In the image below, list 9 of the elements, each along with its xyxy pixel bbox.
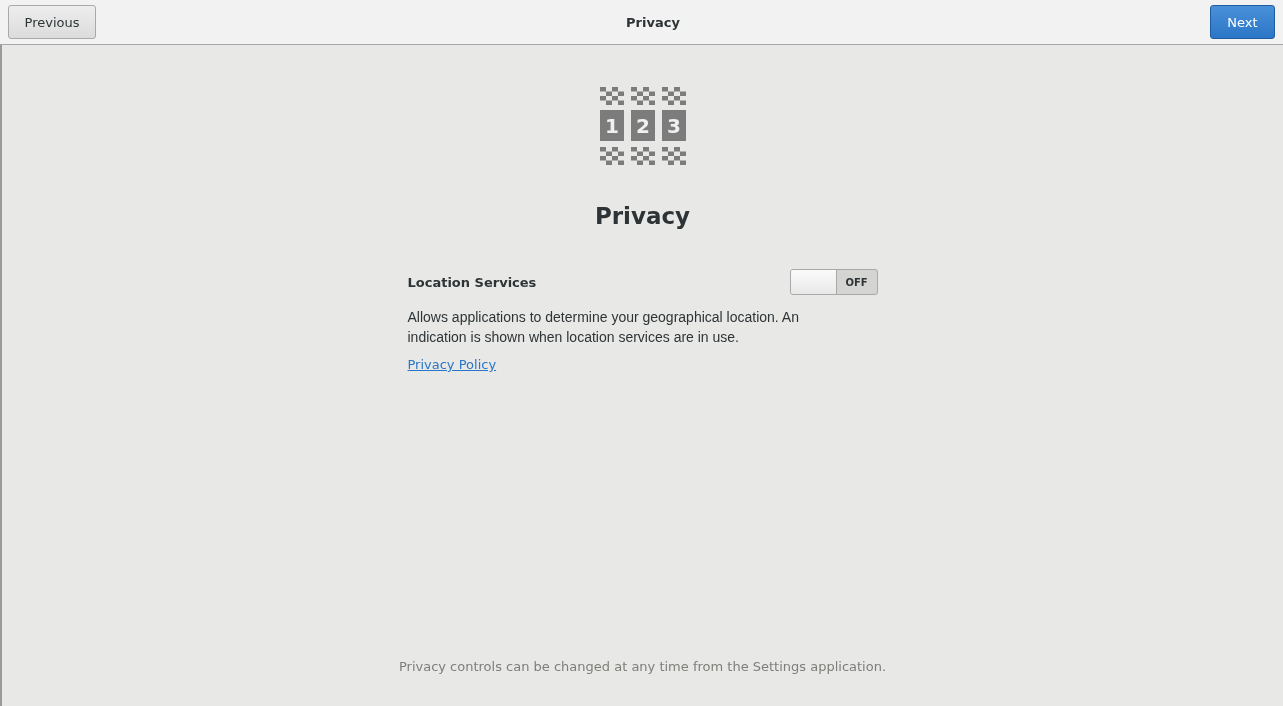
next-button[interactable]: Next: [1210, 5, 1275, 39]
window-title: Privacy: [626, 14, 680, 30]
privacy-policy-link[interactable]: Privacy Policy: [407, 357, 497, 372]
setting-label: Location Services: [407, 274, 537, 290]
page-heading: Privacy: [594, 203, 691, 229]
previous-button[interactable]: Previous: [8, 5, 96, 39]
setting-description: Allows applications to determine your geographical location. An indication is shown when location services are in use.: [407, 308, 800, 347]
toggle-switch[interactable]: OFF: [789, 269, 878, 295]
footer-note: Privacy controls can be changed at any time from the Settings application.: [398, 659, 887, 674]
